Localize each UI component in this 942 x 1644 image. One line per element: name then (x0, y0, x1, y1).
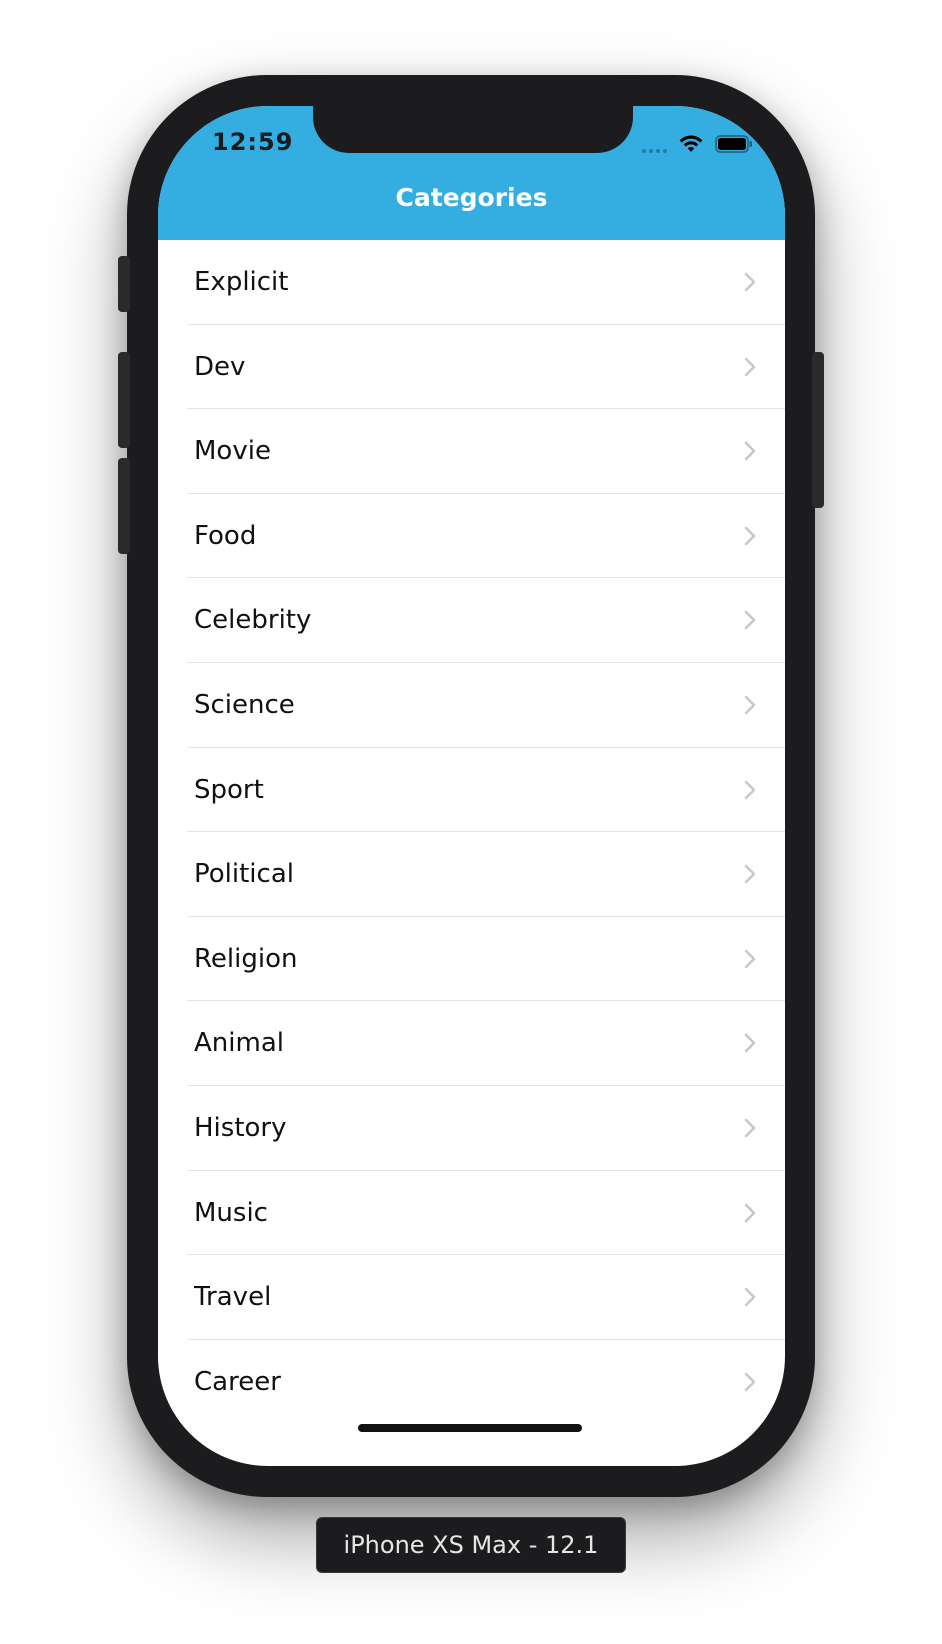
chevron-right-icon (744, 864, 756, 884)
chevron-right-icon (744, 1118, 756, 1138)
chevron-right-icon (744, 949, 756, 969)
home-indicator[interactable] (358, 1424, 582, 1432)
nav-title: Categories (395, 183, 548, 212)
chevron-right-icon (744, 441, 756, 461)
categories-list: Explicit Dev Movie Food Celebrity Science Spor… (158, 240, 785, 1424)
category-row[interactable]: Explicit (158, 240, 785, 325)
category-label: Political (194, 859, 294, 890)
category-label: Explicit (194, 267, 289, 297)
chevron-right-icon (744, 1203, 756, 1222)
category-label: Music (194, 1197, 268, 1228)
category-row[interactable]: Sport (158, 748, 785, 833)
category-row[interactable]: History (158, 1086, 785, 1171)
category-row[interactable]: Science (158, 663, 785, 748)
mute-switch (118, 256, 130, 312)
category-label: Food (194, 520, 257, 551)
category-row[interactable]: Political (158, 832, 785, 917)
chevron-right-icon (744, 611, 756, 630)
category-label: Religion (194, 943, 298, 974)
status-bar-time: 12:59 (212, 128, 294, 156)
category-label: Dev (194, 351, 246, 382)
simulator-device-label: iPhone XS Max - 12.1 (316, 1517, 626, 1573)
category-label: History (194, 1112, 287, 1143)
category-row[interactable]: Movie (158, 409, 785, 494)
chevron-right-icon (744, 780, 756, 799)
chevron-right-icon (744, 526, 756, 546)
battery-icon (715, 135, 753, 153)
category-row[interactable]: Travel (158, 1255, 785, 1340)
category-label: Movie (194, 436, 271, 467)
chevron-right-icon (744, 1034, 756, 1053)
device-screen: 12:59 Categories Explicit Dev Movie Food… (158, 106, 785, 1466)
wifi-icon (679, 135, 703, 153)
chevron-right-icon (744, 1372, 756, 1392)
category-label: Celebrity (194, 605, 312, 636)
power-button (812, 352, 824, 508)
cellular-signal-icon (642, 135, 667, 153)
category-row[interactable]: Career (158, 1340, 785, 1425)
category-label: Science (194, 689, 295, 720)
category-row[interactable]: Music (158, 1171, 785, 1256)
volume-up-button (118, 352, 130, 448)
status-bar-icons (642, 132, 753, 156)
chevron-right-icon (744, 357, 756, 376)
chevron-right-icon (744, 272, 756, 292)
navigation-bar: 12:59 Categories (158, 106, 785, 240)
volume-down-button (118, 458, 130, 554)
category-row[interactable]: Dev (158, 325, 785, 410)
category-label: Sport (194, 774, 264, 805)
camera-notch (313, 106, 633, 153)
category-label: Animal (194, 1028, 284, 1059)
category-row[interactable]: Religion (158, 917, 785, 1002)
category-row[interactable]: Food (158, 494, 785, 579)
chevron-right-icon (744, 1287, 756, 1307)
category-row[interactable]: Animal (158, 1001, 785, 1086)
category-label: Career (194, 1366, 281, 1397)
category-row[interactable]: Celebrity (158, 578, 785, 663)
chevron-right-icon (744, 695, 756, 715)
category-label: Travel (194, 1282, 272, 1313)
